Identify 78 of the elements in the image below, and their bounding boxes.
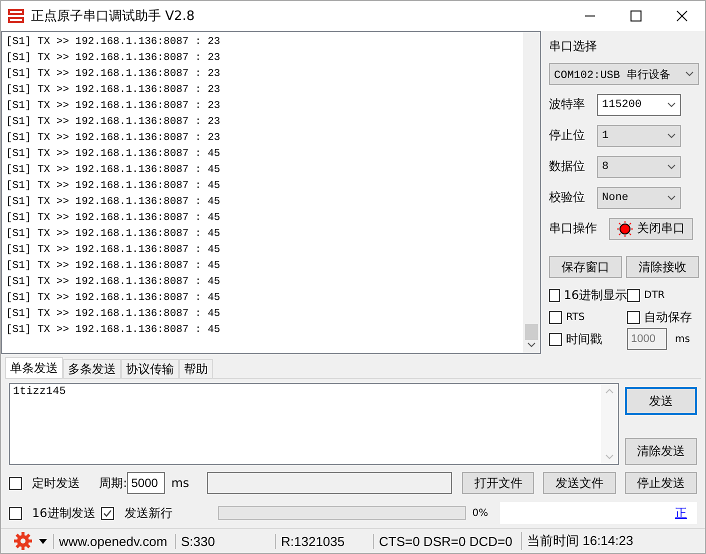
log-line: [S1] TX >> 192.168.1.136:8087 : 45 — [6, 291, 222, 306]
option-label: 自动保存 — [644, 308, 692, 326]
period-label: 周期: — [99, 474, 128, 492]
period-field[interactable]: 5000 — [127, 472, 166, 494]
option-label: RTS — [566, 312, 585, 322]
log-line: [S1] TX >> 192.168.1.136:8087 : 45 — [6, 227, 222, 242]
send-file-button[interactable]: 发送文件 — [543, 472, 616, 494]
clear-send-button[interactable]: 清除发送 — [625, 438, 697, 465]
link[interactable]: 正 — [675, 504, 687, 522]
log-line: [S1] TX >> 192.168.1.136:8087 : 23 — [6, 99, 222, 114]
log-line: [S1] TX >> 192.168.1.136:8087 : 45 — [6, 147, 222, 162]
log-line: [S1] TX >> 192.168.1.136:8087 : 45 — [6, 195, 222, 210]
scroll-thumb[interactable] — [525, 324, 538, 340]
website-text: www.openedv.com — [53, 534, 175, 548]
option-label: 16进制发送 — [32, 504, 96, 522]
tab[interactable]: 多条发送 — [63, 359, 121, 378]
option-label: 16进制显示 — [564, 286, 627, 304]
close-port-button[interactable]: 关闭串口 — [609, 218, 693, 240]
setting-label: 停止位 — [549, 127, 585, 144]
option-label: 发送新行 — [124, 504, 174, 522]
log-line: [S1] TX >> 192.168.1.136:8087 : 45 — [6, 323, 222, 338]
log-line: [S1] TX >> 192.168.1.136:8087 : 23 — [6, 51, 222, 66]
clear-receive-button[interactable]: 清除接收 — [626, 256, 699, 278]
log-line: [S1] TX >> 192.168.1.136:8087 : 23 — [6, 35, 222, 50]
log-line: [S1] TX >> 192.168.1.136:8087 : 23 — [6, 67, 222, 82]
logo-icon — [7, 7, 25, 25]
window-title: 正点原子串口调试助手 V2.8 — [31, 8, 196, 25]
stop-send-button[interactable]: 停止发送 — [624, 472, 697, 494]
log-line: [S1] TX >> 192.168.1.136:8087 : 45 — [6, 211, 222, 226]
setting-label: 串口操作 — [549, 220, 597, 237]
gear-icon[interactable] — [13, 531, 33, 551]
log-line: [S1] TX >> 192.168.1.136:8087 : 45 — [6, 275, 222, 290]
setting-select[interactable]: 8 — [597, 156, 681, 178]
checkbox[interactable] — [549, 310, 562, 324]
setting-select[interactable]: 1 — [597, 124, 681, 146]
log-line: [S1] TX >> 192.168.1.136:8087 : 45 — [6, 307, 222, 322]
option-label: DTR — [644, 290, 665, 300]
setting-label: 校验位 — [549, 189, 585, 206]
scroll-down-icon[interactable] — [527, 342, 536, 348]
tab[interactable]: 单条发送 — [5, 357, 63, 378]
tab[interactable]: 协议传输 — [121, 359, 179, 378]
option-label: 定时发送 — [32, 474, 81, 492]
port-label: 串口选择 — [549, 38, 598, 55]
tab[interactable]: 帮助 — [179, 359, 213, 378]
checkbox[interactable] — [549, 332, 562, 346]
log-line: [S1] TX >> 192.168.1.136:8087 : 45 — [6, 163, 222, 178]
option-label: 时间戳 — [566, 330, 602, 348]
setting-select[interactable]: 115200 — [597, 94, 681, 116]
checkbox[interactable] — [9, 506, 22, 520]
log-line: [S1] TX >> 192.168.1.136:8087 : 45 — [6, 179, 222, 194]
checkbox[interactable] — [549, 288, 560, 302]
send-button[interactable]: 发送 — [625, 387, 697, 415]
received-count: R:1321035 — [275, 534, 373, 548]
setting-label: 波特率 — [549, 96, 585, 113]
log-line: [S1] TX >> 192.168.1.136:8087 : 45 — [6, 243, 222, 258]
open-file-button[interactable]: 打开文件 — [462, 472, 534, 494]
port-select[interactable]: COM102:USB 串行设备 — [549, 63, 699, 85]
timestamp-field[interactable]: 1000 — [627, 328, 667, 350]
log-line: [S1] TX >> 192.168.1.136:8087 : 45 — [6, 259, 222, 274]
log-line: [S1] TX >> 192.168.1.136:8087 : 23 — [6, 83, 222, 98]
setting-label: 数据位 — [549, 158, 585, 175]
checkbox[interactable] — [627, 288, 640, 302]
checkbox[interactable] — [101, 506, 114, 520]
unit-label: ms — [675, 334, 690, 344]
line-status: CTS=0 DSR=0 DCD=0 — [373, 534, 521, 548]
log-line: [S1] TX >> 192.168.1.136:8087 : 23 — [6, 131, 222, 146]
current-time: 当前时间 16:14:23 — [521, 532, 641, 550]
progress-reading: 0% — [472, 508, 490, 518]
setting-select[interactable]: None — [597, 186, 681, 208]
file-path-field[interactable] — [206, 472, 452, 494]
checkbox[interactable] — [627, 310, 640, 324]
log-line: [S1] TX >> 192.168.1.136:8087 : 23 — [6, 115, 222, 130]
unit-label: ms — [171, 476, 190, 490]
caret-icon[interactable] — [39, 538, 47, 544]
checkbox[interactable] — [9, 476, 22, 490]
sent-count: S:330 — [175, 534, 275, 548]
scrollbar[interactable] — [523, 32, 540, 353]
save-window-button[interactable]: 保存窗口 — [549, 256, 622, 278]
